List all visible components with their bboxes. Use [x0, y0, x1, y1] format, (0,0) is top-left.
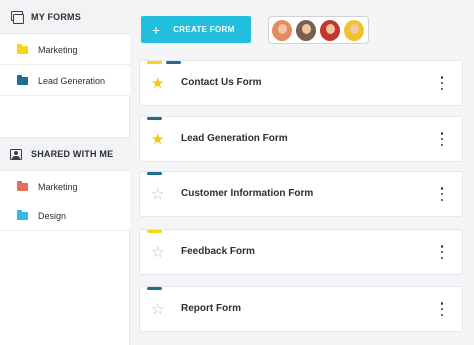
form-title[interactable]: Lead Generation Form — [181, 133, 288, 144]
star-outline-icon[interactable]: ☆ — [151, 302, 164, 317]
form-card[interactable]: ☆ Report Form — [139, 286, 463, 332]
forms-icon — [10, 11, 24, 24]
form-tags — [147, 287, 166, 290]
form-tags — [147, 117, 166, 120]
sidebar-item-label: Lead Generation — [38, 75, 106, 86]
form-title[interactable]: Feedback Form — [181, 246, 255, 257]
folder-icon — [17, 74, 28, 85]
shared-with-me-header[interactable]: SHARED WITH ME — [0, 137, 130, 171]
tag-marker — [147, 287, 162, 290]
tag-marker — [166, 61, 181, 64]
form-card[interactable]: ☆ Customer Information Form — [139, 171, 463, 217]
shared-with-me-label: SHARED WITH ME — [31, 149, 114, 159]
folder-icon — [17, 43, 28, 54]
sidebar: MY FORMS Marketing Lead Generation SHARE… — [0, 0, 130, 345]
form-card[interactable]: ★ Lead Generation Form — [139, 116, 463, 162]
more-options-icon[interactable] — [440, 132, 444, 146]
tag-marker — [147, 230, 162, 233]
avatar[interactable] — [344, 19, 364, 41]
folder-icon — [17, 180, 28, 191]
star-icon[interactable]: ★ — [151, 76, 164, 91]
shared-user-icon — [10, 148, 22, 160]
avatar[interactable] — [296, 19, 316, 41]
tag-marker — [147, 172, 162, 175]
more-options-icon[interactable] — [440, 76, 444, 90]
more-options-icon[interactable] — [440, 245, 444, 259]
form-tags — [147, 172, 166, 175]
form-tags — [147, 230, 166, 233]
collaborator-avatars[interactable] — [268, 16, 369, 44]
avatar[interactable] — [320, 19, 340, 41]
avatar[interactable] — [272, 19, 292, 41]
sidebar-item-label: Design — [38, 210, 67, 221]
form-title[interactable]: Report Form — [181, 303, 241, 314]
more-options-icon[interactable] — [440, 187, 444, 201]
plus-icon: + — [152, 21, 161, 38]
tag-marker — [147, 61, 162, 64]
tag-marker — [147, 117, 162, 120]
sidebar-item-label: Marketing — [38, 44, 78, 55]
sidebar-item-shared-marketing[interactable]: Marketing — [0, 172, 130, 202]
star-icon[interactable]: ★ — [151, 132, 164, 147]
sidebar-item-lead-generation[interactable]: Lead Generation — [0, 66, 130, 96]
create-form-button[interactable]: + CREATE FORM — [141, 16, 251, 43]
form-title[interactable]: Contact Us Form — [181, 77, 262, 88]
my-forms-header[interactable]: MY FORMS — [0, 0, 130, 34]
star-outline-icon[interactable]: ☆ — [151, 187, 164, 202]
sidebar-item-marketing[interactable]: Marketing — [0, 35, 130, 65]
form-card[interactable]: ★ Contact Us Form — [139, 60, 463, 106]
form-title[interactable]: Customer Information Form — [181, 188, 313, 199]
form-tags — [147, 61, 185, 64]
sidebar-item-design[interactable]: Design — [0, 201, 130, 231]
create-form-label: CREATE FORM — [173, 25, 235, 34]
more-options-icon[interactable] — [440, 302, 444, 316]
sidebar-item-label: Marketing — [38, 181, 78, 192]
my-forms-label: MY FORMS — [31, 11, 81, 22]
folder-icon — [17, 209, 28, 220]
form-card[interactable]: ☆ Feedback Form — [139, 229, 463, 275]
star-outline-icon[interactable]: ☆ — [151, 245, 164, 260]
